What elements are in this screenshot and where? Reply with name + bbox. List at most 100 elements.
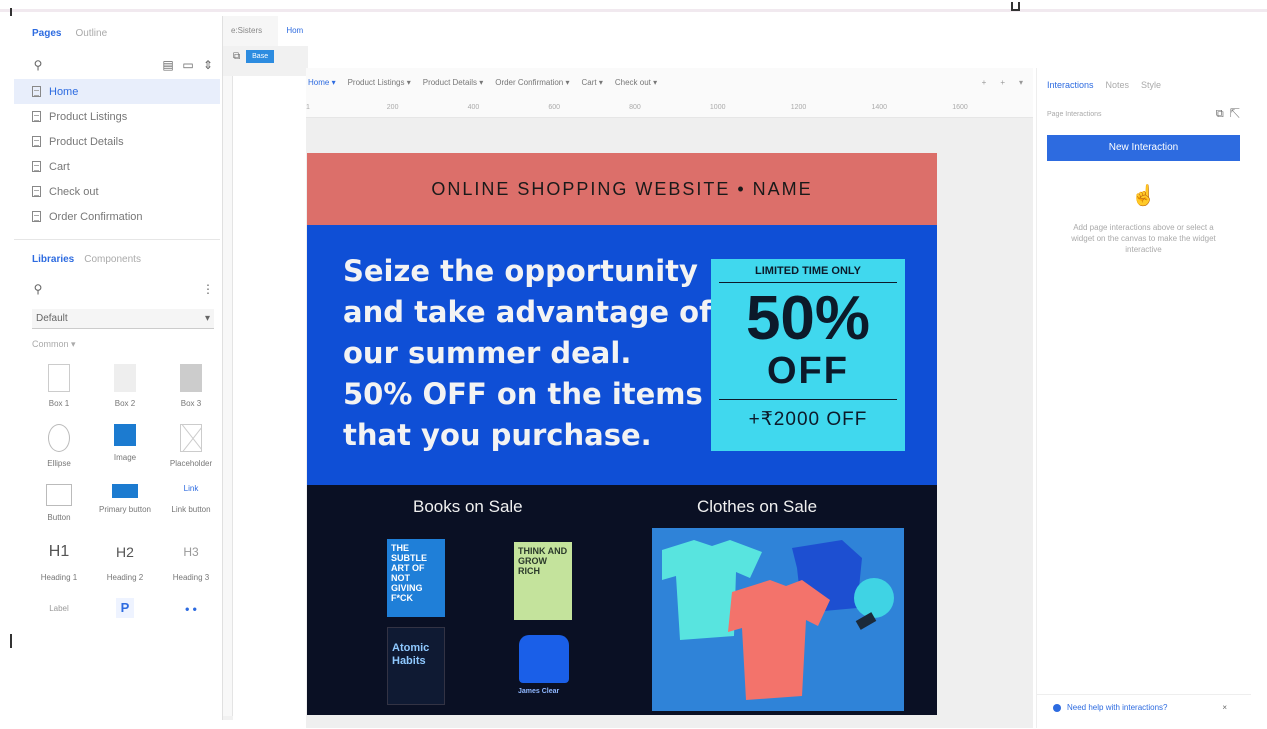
canvas-tab-check-out[interactable]: Check out ▾ <box>613 78 667 87</box>
widget-label: Box 3 <box>180 399 202 408</box>
canvas-tab-cart[interactable]: Cart ▾ <box>579 78 612 87</box>
open-icon[interactable]: ⇱ <box>1230 108 1240 120</box>
inspector-tabs: Interactions Notes Style <box>1037 68 1250 90</box>
tab-libraries[interactable]: Libraries <box>32 254 74 265</box>
tab-pages[interactable]: Pages <box>32 28 61 39</box>
page-item-product-details[interactable]: Product Details <box>14 129 220 154</box>
widget-box1[interactable]: Box 1 <box>26 364 92 408</box>
tab-home[interactable]: Hom <box>278 16 308 46</box>
canvas-tab-product-listings[interactable]: Product Listings ▾ <box>346 78 421 87</box>
library-select[interactable]: Default ▾ <box>32 309 214 329</box>
chevron-down-icon[interactable]: ▾ <box>1019 78 1023 87</box>
add-icon[interactable]: + <box>982 78 987 87</box>
promo-banner: Seize the opportunity and take advantage… <box>307 225 937 485</box>
new-interaction-button[interactable]: New Interaction <box>1047 135 1240 161</box>
page-item-check-out[interactable]: Check out <box>14 179 220 204</box>
widget-grid: Box 1 Box 2 Box 3 Ellipse Image Placehol… <box>14 350 220 620</box>
search-icon[interactable]: ⚲ <box>32 59 44 71</box>
site-header: ONLINE SHOPPING WEBSITE • NAME <box>307 153 937 225</box>
canvas-tab-product-details[interactable]: Product Details ▾ <box>421 78 493 87</box>
widget-more[interactable]: • • <box>158 598 224 620</box>
help-bar[interactable]: Need help with interactions? × <box>1037 694 1251 720</box>
offer-card: LIMITED TIME ONLY 50% OFF +₹2000 OFF <box>711 259 905 451</box>
tab-style[interactable]: Style <box>1141 80 1161 90</box>
widget-paragraph[interactable]: P <box>92 598 158 620</box>
paragraph-icon: P <box>116 598 134 618</box>
widget-box2[interactable]: Box 2 <box>92 364 158 408</box>
placeholder-icon <box>180 424 202 452</box>
promo-line: that you purchase. <box>343 418 652 452</box>
canvas-tab-order-confirmation[interactable]: Order Confirmation ▾ <box>493 78 579 87</box>
widget-label: Link button <box>171 505 211 514</box>
search-icon[interactable]: ⚲ <box>32 283 44 295</box>
add-folder-icon[interactable]: ▭ <box>182 59 194 71</box>
tab-outline[interactable]: Outline <box>75 28 107 39</box>
tab-components[interactable]: Components <box>84 254 141 265</box>
widget-heading1[interactable]: H1 Heading 1 <box>26 538 92 582</box>
copy-icon[interactable]: ⧉ <box>1216 108 1224 120</box>
page-item-cart[interactable]: Cart <box>14 154 220 179</box>
widget-button[interactable]: Button <box>26 484 92 522</box>
box-icon <box>48 364 70 392</box>
canvas-tab-home[interactable]: Home ▾ <box>306 78 346 87</box>
help-icon <box>1053 703 1061 712</box>
pages-toolbar: ⚲ ▤ ▭ ⇕ <box>14 55 220 75</box>
widget-placeholder[interactable]: Placeholder <box>158 424 224 468</box>
widget-label: Box 2 <box>114 399 136 408</box>
promo-line: our summer deal. <box>343 336 632 370</box>
help-link[interactable]: Need help with interactions? <box>1067 703 1168 712</box>
primary-button-icon <box>112 484 138 498</box>
page-list: Home Product Listings Product Details Ca… <box>14 79 220 229</box>
tab-notes[interactable]: Notes <box>1106 80 1130 90</box>
widget-box3[interactable]: Box 3 <box>158 364 224 408</box>
clothes-illustration <box>652 528 904 711</box>
heading3-icon: H3 <box>183 545 199 559</box>
website-mockup[interactable]: ONLINE SHOPPING WEBSITE • NAME Seize the… <box>307 153 937 715</box>
library-tabs: Libraries Components <box>14 240 220 265</box>
promo-line: 50% OFF on the items <box>343 377 703 411</box>
close-icon[interactable]: × <box>1222 703 1227 712</box>
book-figure <box>519 635 569 683</box>
page-label: Home <box>49 85 79 98</box>
tab-sisters[interactable]: e:Sisters <box>223 16 278 46</box>
page-interactions-label: Page Interactions <box>1047 111 1102 118</box>
page-item-home[interactable]: Home <box>14 79 220 104</box>
left-panel: Pages Outline ⚲ ▤ ▭ ⇕ Home Product Listi… <box>14 18 220 726</box>
top-edge <box>0 0 1267 12</box>
widget-image[interactable]: Image <box>92 424 158 468</box>
horizontal-ruler: 1 200 400 600 800 1000 1200 1400 1600 <box>306 96 1033 118</box>
page-item-product-listings[interactable]: Product Listings <box>14 104 220 129</box>
tab-interactions[interactable]: Interactions <box>1047 80 1094 90</box>
more-icon[interactable]: ⋮ <box>202 283 214 295</box>
ruler-tick: 1200 <box>790 104 807 111</box>
link-button-icon: Link <box>183 484 199 493</box>
page-label: Order Confirmation <box>49 210 143 223</box>
side-canvas <box>233 76 309 720</box>
widget-link-button[interactable]: Link Link button <box>158 484 224 522</box>
sort-icon[interactable]: ⇕ <box>202 59 214 71</box>
widget-label: Heading 2 <box>106 573 144 582</box>
secondary-panel: e:Sisters Hom ⧉ Base <box>222 16 309 720</box>
widget-primary-button[interactable]: Primary button <box>92 484 158 522</box>
widget-label: Box 1 <box>48 399 70 408</box>
widget-heading3[interactable]: H3 Heading 3 <box>158 538 224 582</box>
section-common[interactable]: Common ▾ <box>14 329 220 350</box>
base-badge[interactable]: Base <box>246 50 275 63</box>
widget-label[interactable]: Label <box>26 598 92 620</box>
tab-controls: + + ▾ <box>982 78 1033 87</box>
add-icon[interactable]: + <box>1000 78 1005 87</box>
button-icon <box>46 484 72 506</box>
right-panel: Interactions Notes Style Page Interactio… <box>1036 68 1251 728</box>
page-item-order-confirmation[interactable]: Order Confirmation <box>14 204 220 229</box>
page-interactions-row: Page Interactions ⧉ ⇱ <box>1037 90 1250 121</box>
page-label: Product Listings <box>49 110 128 123</box>
widget-heading2[interactable]: H2 Heading 2 <box>92 538 158 582</box>
document-tabs: e:Sisters Hom <box>223 16 308 46</box>
image-icon <box>114 424 136 446</box>
widget-ellipse[interactable]: Ellipse <box>26 424 92 468</box>
layers-icon[interactable]: ⧉ <box>233 51 240 62</box>
add-page-icon[interactable]: ▤ <box>162 59 174 71</box>
vertical-ruler <box>223 76 233 716</box>
page-icon <box>32 86 41 97</box>
offer-percent: 50% <box>745 284 871 353</box>
